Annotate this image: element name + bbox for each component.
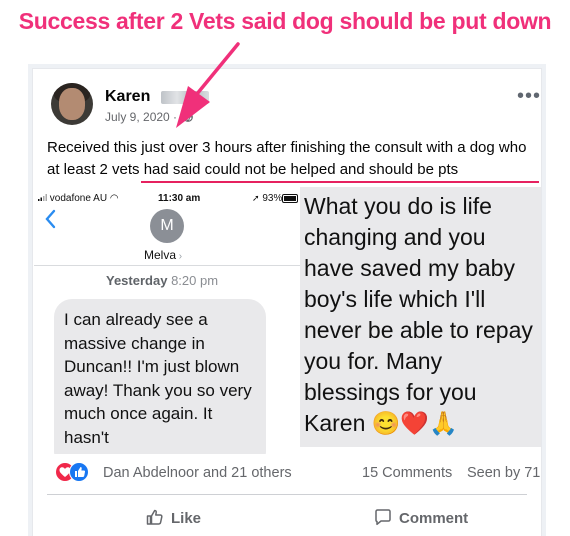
wifi-icon: ◠ xyxy=(109,193,119,204)
contact-name[interactable]: Melva › xyxy=(144,248,182,262)
globe-icon xyxy=(183,111,194,125)
phone-time: 11:30 am xyxy=(158,193,201,204)
post-date[interactable]: July 9, 2020 · xyxy=(105,110,194,125)
contact-avatar[interactable]: M xyxy=(150,209,184,243)
battery-label: ➚ 93% xyxy=(252,193,282,204)
reaction-summary[interactable]: Dan Abdelnoor and 21 others xyxy=(103,465,292,481)
battery-icon xyxy=(282,194,298,203)
avatar[interactable] xyxy=(51,83,93,125)
like-button[interactable]: Like xyxy=(145,507,201,531)
message-timestamp: Yesterday 8:20 pm xyxy=(106,273,218,288)
headline: Success after 2 Vets said dog should be … xyxy=(18,8,552,34)
seen-count[interactable]: Seen by 71 xyxy=(467,465,540,481)
location-icon: ➚ xyxy=(252,193,260,203)
action-divider xyxy=(47,494,527,495)
avatar-face xyxy=(59,88,85,120)
thumbs-up-icon xyxy=(145,507,165,531)
comment-icon xyxy=(373,507,393,531)
carrier-name: vodafone AU xyxy=(49,193,108,204)
facebook-post-card: Karen July 9, 2020 · ••• Received this j… xyxy=(32,68,542,536)
like-reaction-icon xyxy=(69,462,89,482)
contact-name-text: Melva xyxy=(144,248,177,262)
chevron-right-icon: › xyxy=(176,251,183,262)
post-text: Received this just over 3 hours after fi… xyxy=(47,139,527,178)
carrier-label: vodafone AU ◠ xyxy=(38,193,119,204)
phone-header-divider xyxy=(34,265,300,266)
more-options-icon[interactable]: ••• xyxy=(517,86,541,106)
message-continuation-bubble: What you do is life changing and you hav… xyxy=(300,187,541,447)
signal-icon xyxy=(38,194,47,201)
comment-label: Comment xyxy=(399,509,469,527)
message-bubble: I can already see a massive change in Du… xyxy=(54,299,266,454)
message-text: I can already see a massive change in Du… xyxy=(64,310,252,447)
like-label: Like xyxy=(171,509,202,527)
highlight-underline xyxy=(141,181,539,183)
message-continuation-text: What you do is life changing and you hav… xyxy=(304,193,533,436)
battery-percent: 93% xyxy=(262,193,283,204)
back-chevron-icon[interactable] xyxy=(44,209,56,235)
phone-screenshot: vodafone AU ◠ 11:30 am ➚ 93% M Melva › Y… xyxy=(34,187,300,454)
author-name[interactable]: Karen xyxy=(105,88,150,106)
redacted-surname xyxy=(161,91,209,104)
timestamp-time: 8:20 pm xyxy=(171,273,219,288)
timestamp-day: Yesterday xyxy=(106,273,168,288)
comment-count[interactable]: 15 Comments xyxy=(362,465,452,481)
post-date-text: July 9, 2020 · xyxy=(105,110,178,124)
comment-button[interactable]: Comment xyxy=(373,507,468,531)
reaction-icons[interactable] xyxy=(55,462,95,482)
